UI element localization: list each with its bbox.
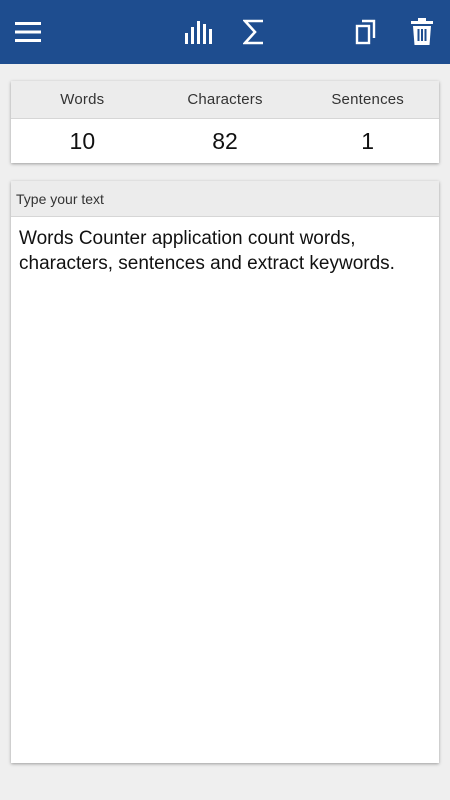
characters-count: 82 <box>212 127 238 154</box>
editor-card: Type your text Words Counter application… <box>11 181 439 763</box>
stats-card: Words Characters Sentences 10 82 1 <box>11 81 439 163</box>
menu-button[interactable] <box>4 0 52 64</box>
bar-chart-icon <box>185 21 212 44</box>
copy-button[interactable] <box>342 0 390 64</box>
keywords-button[interactable] <box>230 0 278 64</box>
menu-icon <box>15 22 41 42</box>
statistics-button[interactable] <box>174 0 222 64</box>
editor-header: Type your text <box>11 181 439 217</box>
text-input-area[interactable]: Words Counter application count words, c… <box>11 217 439 276</box>
words-count: 10 <box>69 127 96 154</box>
stats-header-row: Words Characters Sentences <box>11 81 439 119</box>
words-label: Words <box>60 91 105 108</box>
editor-label: Type your text <box>16 190 104 207</box>
copy-icon <box>355 19 376 45</box>
sentences-label: Sentences <box>331 91 405 108</box>
sentences-count: 1 <box>361 127 375 154</box>
characters-label: Characters <box>187 91 263 108</box>
app-toolbar <box>0 0 450 64</box>
stats-values-row: 10 82 1 <box>11 119 439 163</box>
trash-icon <box>411 18 433 45</box>
clear-button[interactable] <box>398 0 446 64</box>
sigma-icon <box>243 19 263 45</box>
